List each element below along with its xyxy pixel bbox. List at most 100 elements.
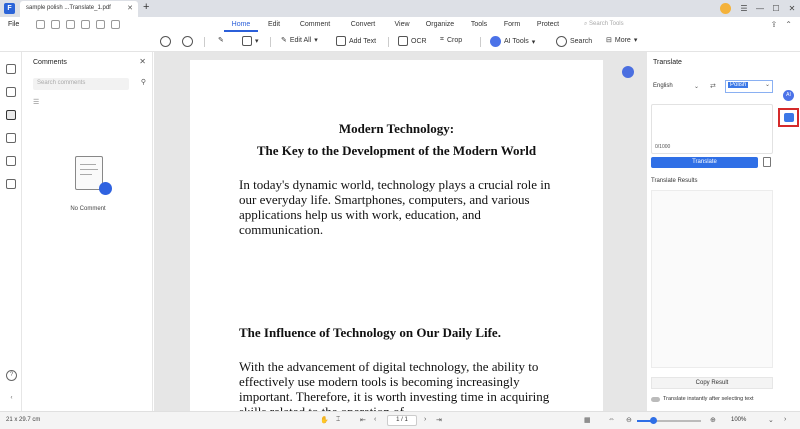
highlight-button[interactable]: ✎ bbox=[218, 36, 224, 44]
tab-edit[interactable]: Edit bbox=[258, 17, 290, 32]
status-bar: 21 x 29.7 cm ✋ ⌶ ⇤ ‹ 1 / 1 › ⇥ ▦ ⇔ ⊖ ⊕ 1… bbox=[0, 411, 800, 429]
tab-organize[interactable]: Organize bbox=[418, 17, 462, 32]
avatar[interactable] bbox=[720, 3, 731, 14]
edit-all-button[interactable]: ✎ Edit All ▾ bbox=[281, 36, 318, 45]
source-language-value: English bbox=[653, 83, 673, 89]
page-translate-badge-icon[interactable] bbox=[622, 66, 634, 78]
search-tools-input[interactable]: ⌕ Search Tools bbox=[584, 21, 624, 28]
target-language-value: Polish bbox=[728, 82, 749, 88]
tab-protect[interactable]: Protect bbox=[528, 17, 568, 32]
swap-icon[interactable]: ⇄ bbox=[710, 82, 716, 90]
search-button[interactable]: Search bbox=[556, 36, 592, 47]
page-number-input[interactable]: 1 / 1 bbox=[387, 415, 417, 426]
translate-button[interactable]: Translate bbox=[651, 157, 758, 168]
page-layout-icon[interactable]: ▦ bbox=[584, 416, 591, 424]
add-text-button[interactable]: Add Text bbox=[336, 36, 376, 46]
translate-results-box bbox=[651, 190, 773, 368]
no-comment-illustration bbox=[71, 152, 112, 196]
collapse-panel-icon[interactable]: ⌄ bbox=[768, 416, 774, 424]
bookmark-icon[interactable] bbox=[6, 87, 16, 97]
print-icon[interactable] bbox=[66, 20, 75, 29]
char-counter: 0/1000 bbox=[655, 144, 671, 150]
page-dimensions: 21 x 29.7 cm bbox=[6, 417, 41, 423]
file-menu[interactable]: File bbox=[8, 21, 19, 28]
next-page-icon[interactable]: › bbox=[424, 416, 426, 423]
empty-state-text: No Comment bbox=[70, 206, 106, 212]
save-icon[interactable] bbox=[51, 20, 60, 29]
tab-convert[interactable]: Convert bbox=[340, 17, 386, 32]
redo-icon[interactable] bbox=[111, 20, 120, 29]
shape-button[interactable]: ▾ bbox=[242, 36, 259, 46]
tab-form[interactable]: Form bbox=[496, 17, 528, 32]
zoom-out-button[interactable] bbox=[160, 36, 171, 47]
document-tab[interactable]: sample polish ...Translate_1.pdf ✕ bbox=[20, 1, 138, 17]
crop-button[interactable]: ⌗ Crop bbox=[440, 36, 462, 44]
document-tab-title: sample polish ...Translate_1.pdf bbox=[26, 5, 111, 11]
last-page-icon[interactable]: ⇥ bbox=[436, 416, 442, 424]
source-language-select[interactable]: English ⌄ bbox=[653, 83, 701, 90]
zoom-level[interactable]: 100% bbox=[731, 417, 746, 423]
chevron-down-icon: ▾ bbox=[314, 37, 318, 44]
ai-tools-button[interactable]: AI Tools ▾ bbox=[490, 36, 535, 47]
thumbnails-icon[interactable] bbox=[6, 64, 16, 74]
menu-bar: File Home Edit Comment Convert View Orga… bbox=[0, 17, 800, 32]
close-window-icon[interactable]: ✕ bbox=[784, 4, 800, 13]
comment-bubble-icon bbox=[99, 182, 112, 195]
collapse-icon[interactable]: ⌃ bbox=[785, 20, 792, 29]
shape-icon bbox=[242, 36, 252, 46]
open-icon[interactable] bbox=[36, 20, 45, 29]
menu-right-icons: ⇪ ⌃ bbox=[771, 20, 792, 29]
tab-close-icon[interactable]: ✕ bbox=[127, 4, 133, 12]
fit-width-icon[interactable]: ⇔ bbox=[608, 416, 615, 423]
undo-icon[interactable] bbox=[96, 20, 105, 29]
chevron-down-icon: ▾ bbox=[633, 37, 638, 44]
menu-icon[interactable]: ☰ bbox=[736, 4, 752, 13]
tab-home[interactable]: Home bbox=[224, 17, 258, 32]
tab-comment[interactable]: Comment bbox=[290, 17, 340, 32]
comments-search-input[interactable]: Search comments bbox=[33, 78, 129, 90]
divider bbox=[388, 37, 389, 47]
doc-paragraph-2: With the advancement of digital technolo… bbox=[239, 359, 550, 411]
share-icon[interactable] bbox=[81, 20, 90, 29]
fullscreen-icon[interactable]: › bbox=[784, 416, 786, 423]
attachment-icon[interactable] bbox=[6, 133, 16, 143]
zoom-in-button[interactable] bbox=[182, 36, 193, 47]
ocr-button[interactable]: OCR bbox=[398, 36, 427, 46]
help-icon[interactable]: ? bbox=[6, 370, 17, 381]
search-panel-icon[interactable] bbox=[6, 156, 16, 166]
select-tool-icon[interactable]: ⌶ bbox=[336, 416, 340, 424]
comments-icon[interactable] bbox=[6, 110, 16, 120]
upload-icon[interactable]: ⇪ bbox=[771, 20, 778, 29]
zoom-slider-handle[interactable] bbox=[650, 417, 657, 424]
new-tab-button[interactable]: + bbox=[143, 1, 149, 13]
minimize-icon[interactable]: — bbox=[752, 4, 768, 13]
translate-tool-icon[interactable] bbox=[778, 108, 799, 127]
more-button[interactable]: ⊟ More ▾ bbox=[606, 36, 638, 45]
zoom-out-icon[interactable]: ⊖ bbox=[626, 416, 632, 424]
instant-translate-toggle[interactable] bbox=[651, 396, 660, 402]
ai-assistant-icon[interactable]: AI bbox=[783, 90, 794, 101]
copy-result-button[interactable]: Copy Result bbox=[651, 377, 773, 389]
first-page-icon[interactable]: ⇤ bbox=[360, 416, 366, 424]
zoom-in-icon[interactable]: ⊕ bbox=[710, 416, 716, 424]
target-language-select[interactable]: Polish ⌄ bbox=[725, 80, 773, 93]
illustration-line bbox=[80, 164, 96, 165]
instant-translate-option[interactable]: Translate instantly after selecting text bbox=[651, 396, 754, 402]
prev-page-icon[interactable]: ‹ bbox=[374, 416, 376, 423]
edit-icon: ✎ bbox=[281, 37, 287, 44]
collapse-left-icon[interactable]: ‹ bbox=[6, 394, 17, 405]
trash-icon[interactable] bbox=[763, 157, 771, 167]
layers-icon[interactable] bbox=[6, 179, 16, 189]
filter-icon[interactable]: ⚲ bbox=[141, 78, 146, 86]
comments-list-options[interactable]: ☰ bbox=[33, 98, 39, 106]
zoom-slider[interactable] bbox=[637, 417, 701, 424]
maximize-icon[interactable]: ☐ bbox=[768, 4, 784, 13]
tab-tools[interactable]: Tools bbox=[462, 17, 496, 32]
hand-tool-icon[interactable]: ✋ bbox=[320, 416, 329, 424]
close-icon[interactable]: ✕ bbox=[139, 57, 146, 66]
doc-title-line2: The Key to the Development of the Modern… bbox=[256, 143, 537, 158]
translate-title: Translate bbox=[653, 59, 682, 66]
highlighter-icon: ✎ bbox=[218, 37, 224, 44]
tab-view[interactable]: View bbox=[386, 17, 418, 32]
pdf-page[interactable]: Modern Technology: The Key to the Develo… bbox=[190, 60, 603, 411]
